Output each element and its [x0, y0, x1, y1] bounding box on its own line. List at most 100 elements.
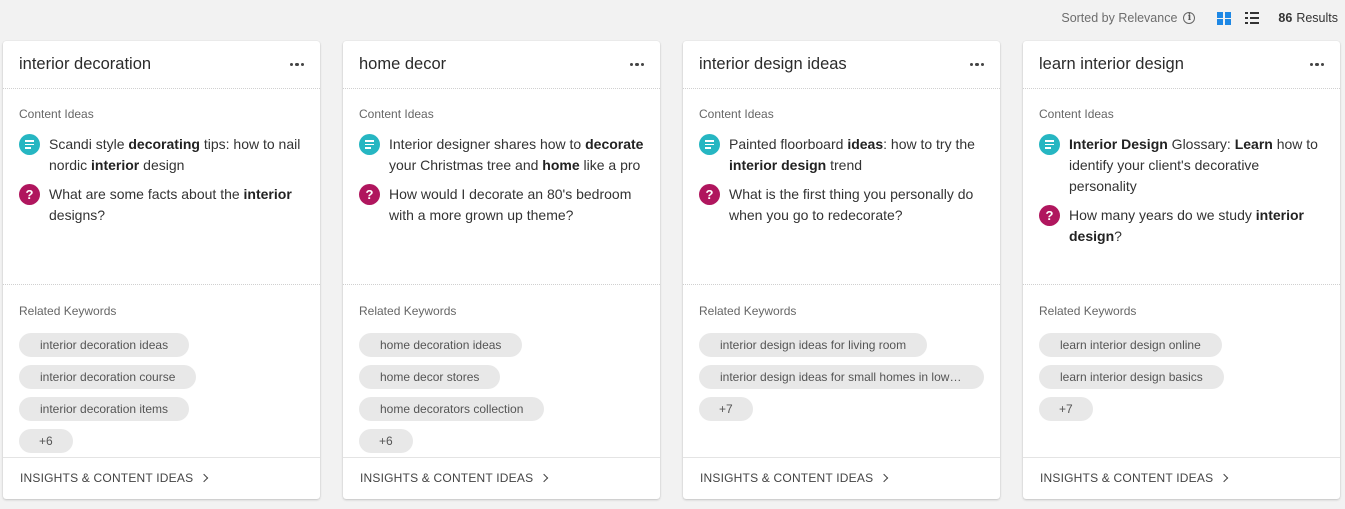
sort-label[interactable]: Sorted by Relevance	[1061, 11, 1177, 25]
keyword-chip[interactable]: interior decoration course	[19, 365, 197, 389]
idea-text-segment: Glossary:	[1167, 136, 1235, 152]
content-idea-article[interactable]: Interior designer shares how to decorate…	[359, 134, 644, 176]
keyword-chip[interactable]: interior decoration ideas	[19, 333, 190, 357]
idea-text: How many years do we study interior desi…	[1069, 205, 1324, 247]
idea-text-segment: Interior Design	[1069, 136, 1168, 152]
keyword-chip[interactable]: learn interior design online	[1039, 333, 1222, 357]
insights-link-label: INSIGHTS & CONTENT IDEAS	[20, 471, 194, 485]
article-icon	[1039, 134, 1060, 155]
content-ideas-label: Content Ideas	[1039, 107, 1114, 121]
info-icon[interactable]: i	[1183, 12, 1196, 24]
idea-text-segment: How would I decorate an 80's bedroom wit…	[389, 186, 632, 223]
content-idea-question[interactable]: ? What are some facts about the interior…	[19, 184, 304, 226]
content-idea-article[interactable]: Painted floorboard ideas: how to try the…	[699, 134, 984, 176]
related-keywords-label: Related Keywords	[1039, 304, 1137, 318]
idea-text-segment: interior design	[729, 157, 827, 173]
question-icon: ?	[1039, 205, 1060, 226]
idea-text: Scandi style decorating tips: how to nai…	[49, 134, 304, 176]
more-keywords-chip[interactable]: +7	[699, 397, 753, 421]
card-header: interior decoration	[3, 41, 320, 89]
idea-text-segment: designs?	[49, 207, 106, 223]
keyword-card: interior design ideas Content Ideas Pain…	[683, 41, 1000, 499]
more-options-icon[interactable]	[286, 59, 304, 71]
content-ideas-label: Content Ideas	[699, 107, 774, 121]
list-view-icon[interactable]	[1245, 11, 1260, 25]
idea-text: What is the first thing you personally d…	[729, 184, 984, 226]
more-keywords-chip[interactable]: +7	[1039, 397, 1093, 421]
content-ideas-label: Content Ideas	[359, 107, 434, 121]
idea-text-segment: design	[139, 157, 185, 173]
idea-text-segment: decorate	[585, 136, 644, 152]
idea-text-segment: Scandi style	[49, 136, 129, 152]
content-ideas-section: Content Ideas Interior designer shares h…	[343, 89, 660, 285]
idea-text-segment: What are some facts about the	[49, 186, 244, 202]
idea-text-segment: ?	[1114, 228, 1122, 244]
idea-text-segment: interior	[243, 186, 292, 202]
idea-text-segment: Learn	[1234, 136, 1273, 152]
content-ideas-section: Content Ideas Scandi style decorating ti…	[3, 89, 320, 285]
article-icon	[359, 134, 380, 155]
idea-text-segment: trend	[826, 157, 863, 173]
more-keywords-chip[interactable]: +6	[359, 429, 413, 453]
card-title: home decor	[359, 55, 447, 73]
content-ideas-label: Content Ideas	[19, 107, 94, 121]
content-ideas-section: Content Ideas Interior Design Glossary: …	[1023, 89, 1340, 285]
insights-link[interactable]: INSIGHTS & CONTENT IDEAS	[3, 458, 320, 498]
insights-link-label: INSIGHTS & CONTENT IDEAS	[700, 471, 874, 485]
keyword-chip[interactable]: home decorators collection	[359, 397, 545, 421]
grid-view-icon[interactable]	[1217, 11, 1231, 25]
content-idea-question[interactable]: ? What is the first thing you personally…	[699, 184, 984, 226]
results-toolbar: Sorted by Relevance i 86 Results	[0, 0, 1345, 36]
more-options-icon[interactable]	[966, 59, 984, 71]
insights-link-label: INSIGHTS & CONTENT IDEAS	[1040, 471, 1214, 485]
card-title: interior decoration	[19, 55, 152, 73]
related-keywords-section: Related Keywords interior design ideas f…	[683, 285, 1000, 458]
keyword-chip[interactable]: interior design ideas for living room	[699, 333, 928, 357]
content-idea-article[interactable]: Scandi style decorating tips: how to nai…	[19, 134, 304, 176]
keyword-card: home decor Content Ideas Interior design…	[343, 41, 660, 499]
content-idea-article[interactable]: Interior Design Glossary: Learn how to i…	[1039, 134, 1324, 197]
related-keywords-label: Related Keywords	[359, 304, 457, 318]
idea-text: Painted floorboard ideas: how to try the…	[729, 134, 984, 176]
keyword-card: interior decoration Content Ideas Scandi…	[3, 41, 320, 499]
idea-text: Interior designer shares how to decorate…	[389, 134, 644, 176]
content-ideas-section: Content Ideas Painted floorboard ideas: …	[683, 89, 1000, 285]
article-icon	[699, 134, 720, 155]
idea-text-segment: Interior designer shares how to	[389, 136, 586, 152]
idea-text-segment: like a pro	[579, 157, 641, 173]
question-icon: ?	[19, 184, 40, 205]
question-icon: ?	[699, 184, 720, 205]
more-options-icon[interactable]	[1306, 59, 1324, 71]
keyword-chip[interactable]: interior design ideas for small homes in…	[699, 365, 984, 389]
related-keywords-section: Related Keywords interior decoration ide…	[3, 285, 320, 458]
related-keywords-section: Related Keywords learn interior design o…	[1023, 285, 1340, 458]
content-idea-question[interactable]: ? How would I decorate an 80's bedroom w…	[359, 184, 644, 226]
idea-text-segment: : how to try the	[883, 136, 975, 152]
idea-text-segment: interior	[91, 157, 140, 173]
content-idea-question[interactable]: ? How many years do we study interior de…	[1039, 205, 1324, 247]
insights-link[interactable]: INSIGHTS & CONTENT IDEAS	[1023, 458, 1340, 498]
insights-link[interactable]: INSIGHTS & CONTENT IDEAS	[343, 458, 660, 498]
article-icon	[19, 134, 40, 155]
question-icon: ?	[359, 184, 380, 205]
keyword-chip[interactable]: home decor stores	[359, 365, 501, 389]
insights-link-label: INSIGHTS & CONTENT IDEAS	[360, 471, 534, 485]
idea-text-segment: How many years do we study	[1069, 207, 1256, 223]
related-keywords-label: Related Keywords	[19, 304, 117, 318]
insights-link[interactable]: INSIGHTS & CONTENT IDEAS	[683, 458, 1000, 498]
chevron-right-icon	[880, 473, 889, 483]
keyword-chip[interactable]: home decoration ideas	[359, 333, 523, 357]
more-options-icon[interactable]	[626, 59, 644, 71]
related-keywords-section: Related Keywords home decoration ideas ho…	[343, 285, 660, 458]
related-keywords-label: Related Keywords	[699, 304, 797, 318]
keyword-chip[interactable]: learn interior design basics	[1039, 365, 1224, 389]
more-keywords-chip[interactable]: +6	[19, 429, 73, 453]
results-count: 86	[1278, 11, 1293, 25]
idea-text-segment: home	[542, 157, 580, 173]
card-header: learn interior design	[1023, 41, 1340, 89]
idea-text: How would I decorate an 80's bedroom wit…	[389, 184, 644, 226]
idea-text-segment: decorating	[128, 136, 200, 152]
keyword-chip[interactable]: interior decoration items	[19, 397, 190, 421]
card-title: interior design ideas	[699, 55, 847, 73]
card-header: interior design ideas	[683, 41, 1000, 89]
